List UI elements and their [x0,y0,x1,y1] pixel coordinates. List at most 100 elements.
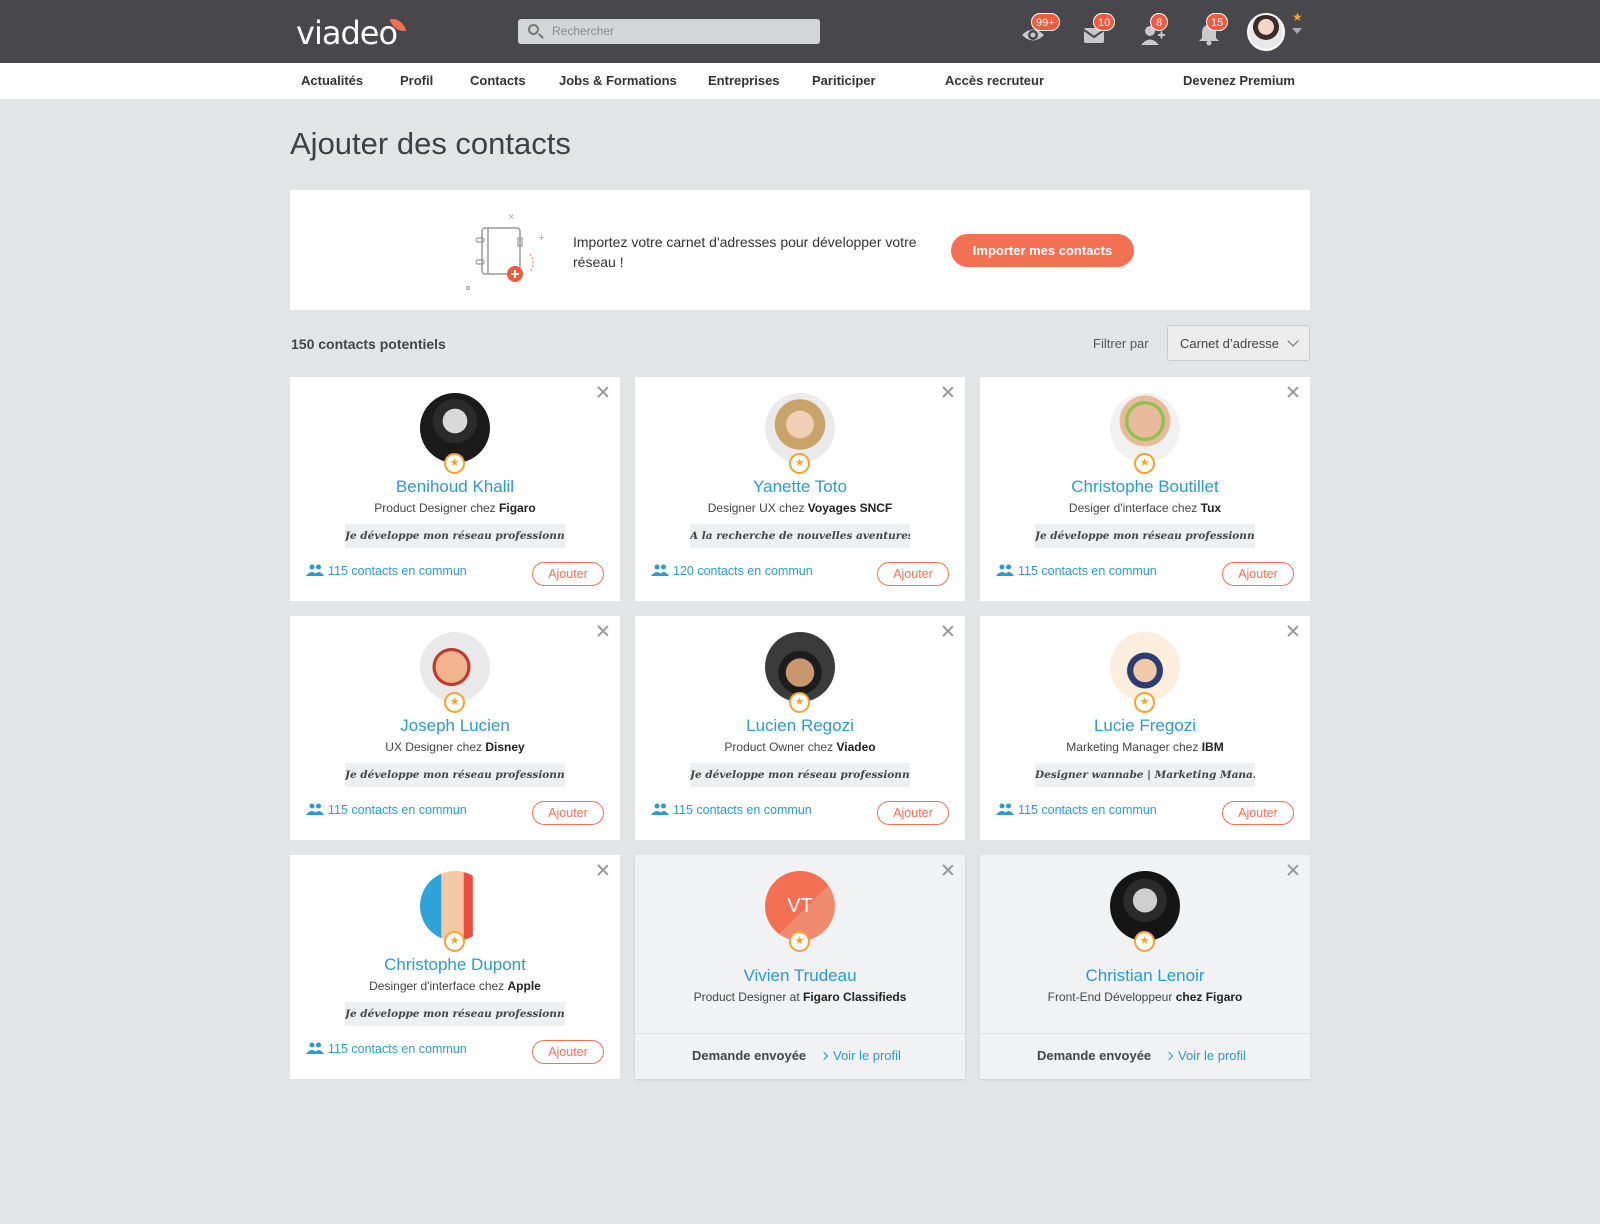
close-icon[interactable] [596,863,610,877]
contact-name[interactable]: Yanette Toto [635,477,965,497]
contact-name[interactable]: Lucie Fregozi [980,716,1310,736]
close-icon[interactable] [1286,624,1300,638]
contact-name[interactable]: Christophe Dupont [290,955,620,975]
job-role: Product Designer at [693,990,800,1004]
job-company: Voyages SNCF [807,501,893,515]
add-contact-button[interactable]: Ajouter [877,801,949,825]
people-icon [996,564,1014,576]
nav-item-contacts[interactable]: Contacts [470,73,526,88]
job-company: Disney [485,740,525,754]
close-icon[interactable] [941,624,955,638]
potential-contacts-count: 150 contacts potentiels [291,336,446,352]
job-role: Desiger d'interface chez [1068,501,1198,515]
job-role: Marketing Manager chez [1066,740,1199,754]
people-icon [996,803,1014,815]
job-company: Figaro [499,501,536,515]
nav-item-profil[interactable]: Profil [400,73,433,88]
nav-item-entreprises[interactable]: Entreprises [708,73,780,88]
user-avatar[interactable] [1247,13,1285,51]
contact-card: ★ Yanette Toto Designer UX chez Voyages … [635,377,965,601]
close-icon[interactable] [596,624,610,638]
close-icon[interactable] [596,385,610,399]
common-contacts-text: 115 contacts en commun [328,803,467,817]
chevron-down-icon[interactable] [1292,28,1302,34]
common-contacts-link[interactable]: 115 contacts en commun [306,803,467,817]
job-company: IBM [1201,740,1224,754]
job-role: UX Designer chez [385,740,482,754]
svg-text:+: + [538,233,545,242]
add-contact-button[interactable]: Ajouter [1222,562,1294,586]
contact-card: ★ Christophe Boutillet Desiger d'interfa… [980,377,1310,601]
viadeo-logo[interactable]: viadeo [296,14,398,52]
common-contacts-link[interactable]: 115 contacts en commun [651,803,812,817]
premium-star-icon: ★ [1134,692,1155,713]
contact-job: Desinger d'interface chez Apple [290,979,620,993]
contact-card: ★ Benihoud Khalil Product Designer chez … [290,377,620,601]
card-footer: Demande envoyée Voir le profil [980,1033,1310,1079]
nav-item-recruiter[interactable]: Accès recruteur [945,73,1044,88]
common-contacts-text: 115 contacts en commun [1018,564,1157,578]
common-contacts-link[interactable]: 115 contacts en commun [996,803,1157,817]
premium-star-icon: ★ [1134,453,1155,474]
contact-name[interactable]: Lucien Regozi [635,716,965,736]
import-contacts-button[interactable]: Importer mes contacts [951,234,1134,267]
common-contacts-text: 115 contacts en commun [1018,803,1157,817]
view-profile-link[interactable]: Voir le profil [821,1048,901,1063]
premium-star-icon: ★ [789,453,810,474]
common-contacts-link[interactable]: 115 contacts en commun [306,1042,467,1056]
contact-card: ★ Christophe Dupont Desinger d'interface… [290,855,620,1079]
common-contacts-text: 120 contacts en commun [673,564,813,578]
search-placeholder: Rechercher [552,24,615,38]
search-icon [528,24,539,35]
premium-star-icon: ★ [789,931,810,952]
nav-item-premium[interactable]: Devenez Premium [1183,73,1295,88]
contact-tagline: Je développe mon réseau professionnel [690,763,910,787]
contact-job: Product Designer at Figaro Classifieds [635,990,965,1004]
view-profile-link[interactable]: Voir le profil [1166,1048,1246,1063]
add-contact-button[interactable]: Ajouter [1222,801,1294,825]
common-contacts-link[interactable]: 120 contacts en commun [651,564,813,578]
common-contacts-text: 115 contacts en commun [673,803,812,817]
contact-name[interactable]: Joseph Lucien [290,716,620,736]
job-role: Product Owner chez [724,740,834,754]
premium-star-icon: ★ [444,931,465,952]
contact-job: Front-End Développeur chez Figaro [980,990,1310,1004]
add-contact-button[interactable]: Ajouter [532,1040,604,1064]
top-bar: viadeo Rechercher 99+ 10 8 15 ★ [0,0,1600,63]
premium-star-icon: ★ [444,453,465,474]
job-role: Product Designer chez [374,501,496,515]
common-contacts-link[interactable]: 115 contacts en commun [996,564,1157,578]
contact-name[interactable]: Christophe Boutillet [980,477,1310,497]
card-footer: Demande envoyée Voir le profil [635,1033,965,1079]
add-contact-button[interactable]: Ajouter [532,801,604,825]
contact-tagline: Designer wannabe | Marketing Mana.. [1035,763,1255,787]
search-input[interactable]: Rechercher [518,19,820,44]
premium-star-icon: ★ [1292,10,1303,24]
nav-item-participer[interactable]: Pariticiper [812,73,876,88]
nav-item-jobs-formations[interactable]: Jobs & Formations [559,73,677,88]
close-icon[interactable] [941,385,955,399]
common-contacts-text: 115 contacts en commun [328,564,467,578]
request-sent-label: Demande envoyée [1037,1048,1152,1063]
filter-select[interactable]: Carnet d’adresse [1167,325,1310,361]
premium-star-icon: ★ [444,692,465,713]
views-badge: 99+ [1031,13,1060,31]
nav-item-actualites[interactable]: Actualités [301,73,363,88]
contact-card: ★ Joseph Lucien UX Designer chez Disney … [290,616,620,840]
messages-badge: 10 [1093,13,1116,31]
contact-name[interactable]: Benihoud Khalil [290,477,620,497]
job-company: Figaro Classifieds [803,990,907,1004]
add-contact-button[interactable]: Ajouter [532,562,604,586]
close-icon[interactable] [1286,863,1300,877]
job-company: Viadeo [836,740,876,754]
add-contact-button[interactable]: Ajouter [877,562,949,586]
close-icon[interactable] [1286,385,1300,399]
close-icon[interactable] [941,863,955,877]
common-contacts-link[interactable]: 115 contacts en commun [306,564,467,578]
contact-card-sent: VT ★ Vivien Trudeau Product Designer at … [635,855,965,1079]
contact-name[interactable]: Vivien Trudeau [635,966,965,986]
people-icon [651,564,669,576]
people-icon [306,564,324,576]
contact-name[interactable]: Christian Lenoir [980,966,1310,986]
people-icon [306,1042,324,1054]
